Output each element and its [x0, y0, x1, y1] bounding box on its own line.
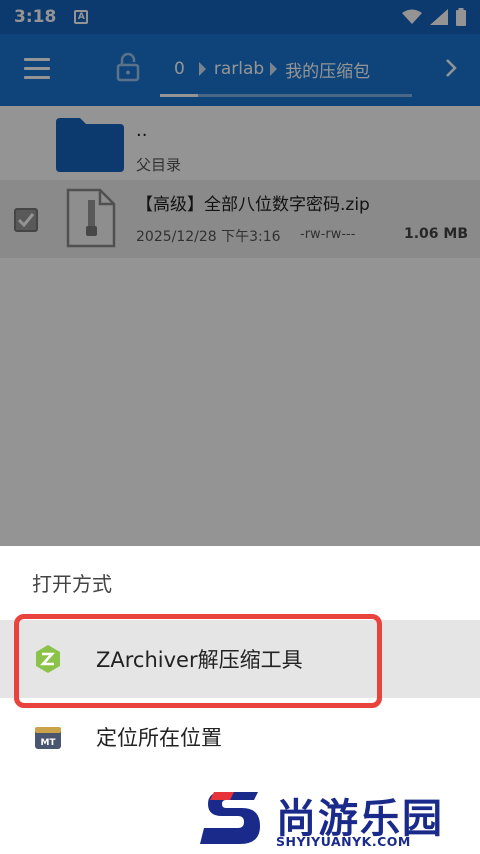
sheet-title: 打开方式 — [32, 572, 112, 596]
highlight-box — [14, 614, 382, 708]
watermark-s-logo — [200, 792, 260, 844]
mt-manager-icon: MT — [35, 727, 61, 749]
watermark-text-en: SHYIYUANYK.COM — [276, 834, 411, 849]
option-label: 定位所在位置 — [96, 726, 222, 750]
watermark-logo: 尚游乐园 SHYIYUANYK.COM — [200, 786, 480, 852]
option-locate[interactable]: MT 定位所在位置 — [0, 698, 480, 776]
svg-text:MT: MT — [40, 738, 56, 748]
